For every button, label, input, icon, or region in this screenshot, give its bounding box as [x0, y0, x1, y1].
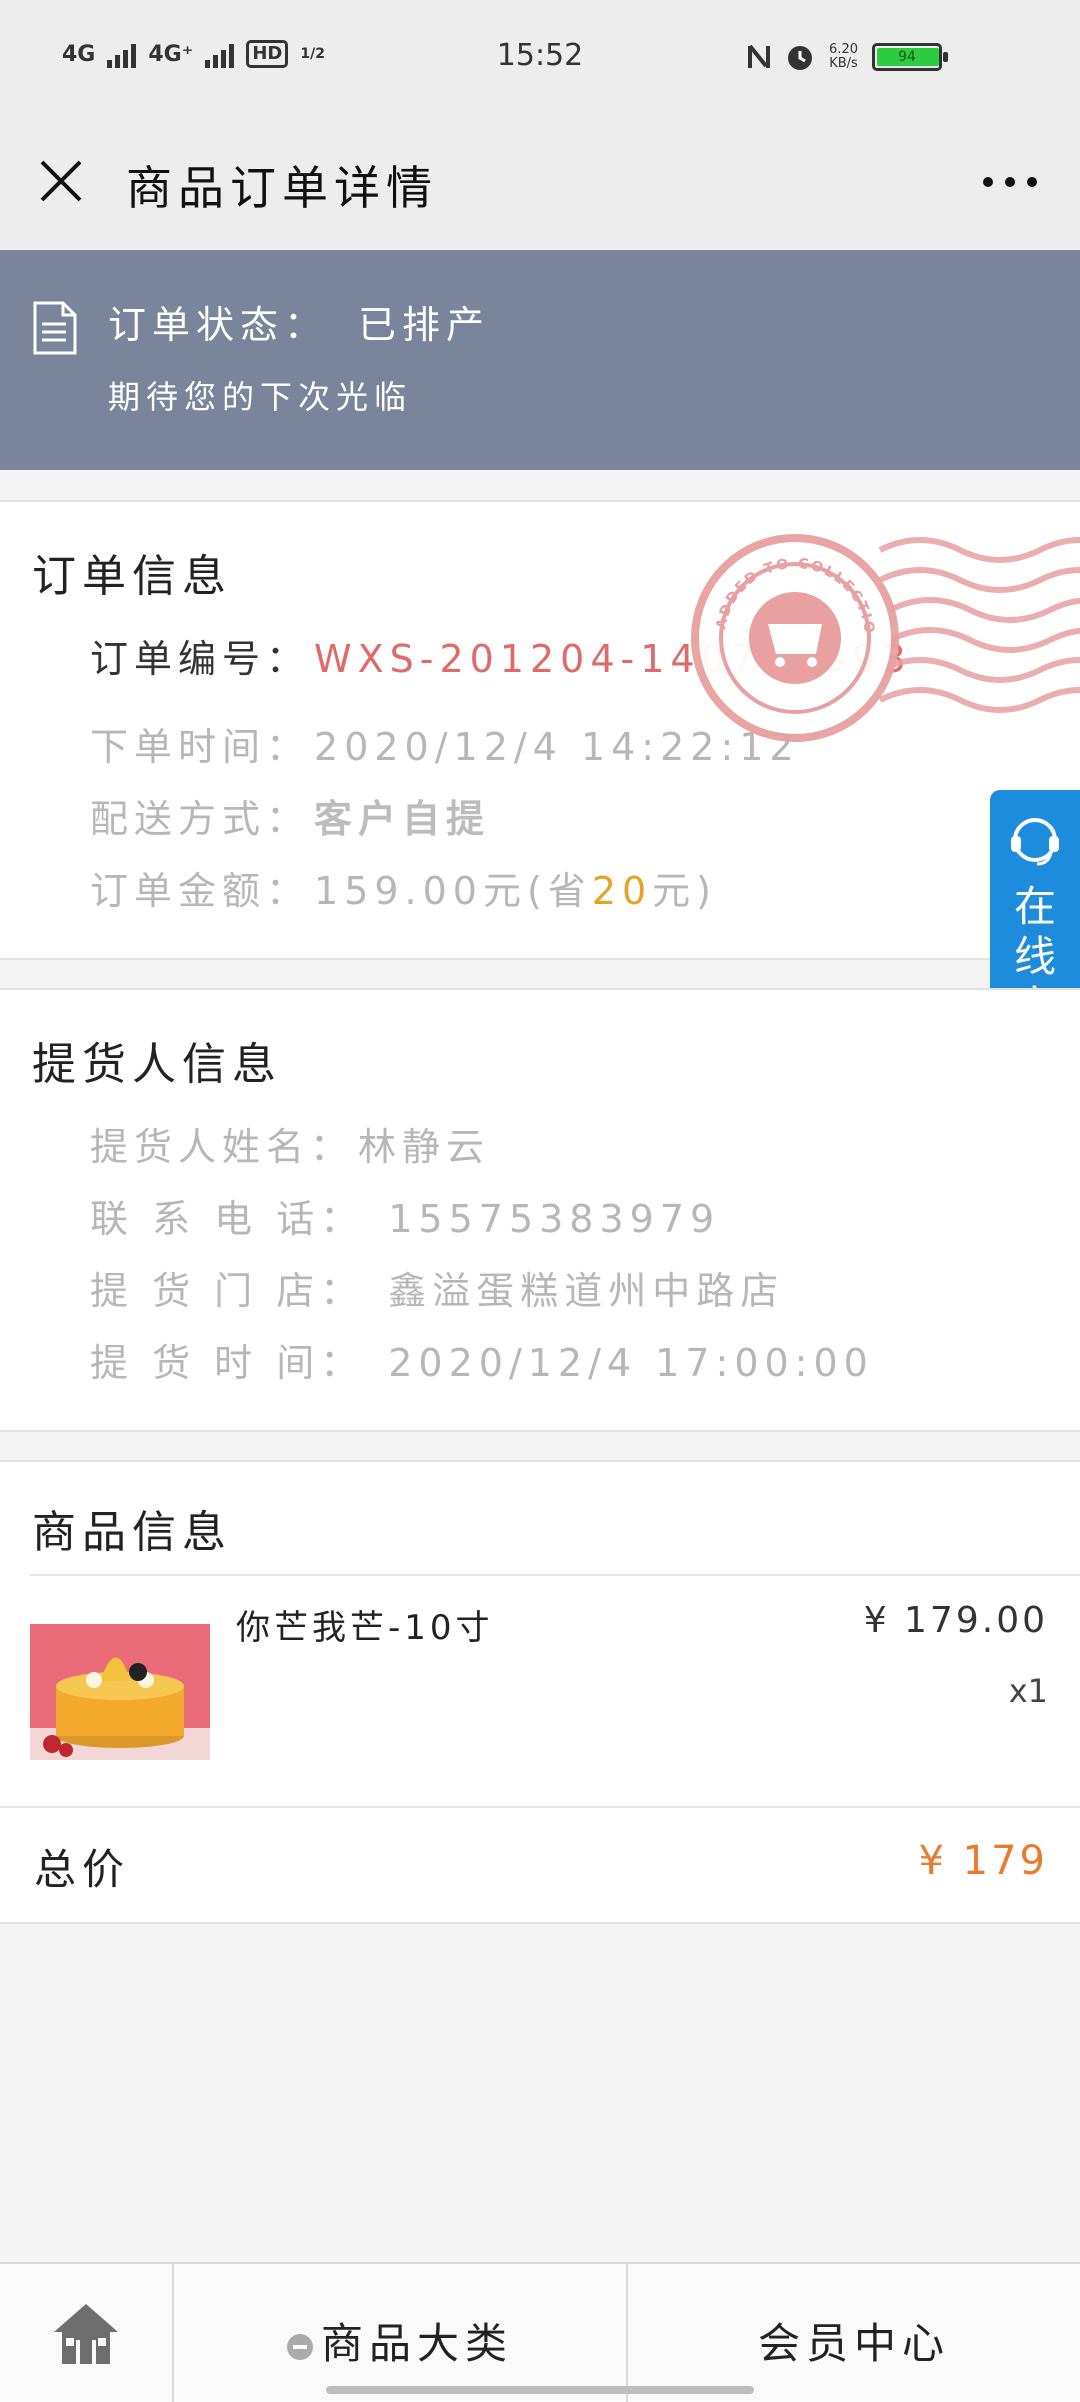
product-divider-top: [30, 1574, 1080, 1576]
nav-home-button[interactable]: [0, 2264, 174, 2402]
net-speed-value: 6.20: [829, 42, 858, 57]
order-amount-value: 159.00元(省: [314, 869, 592, 913]
nav-category-label: 商品大类: [320, 2319, 513, 2368]
product-image: [30, 1624, 210, 1760]
order-number-label: 订单编号：: [90, 637, 311, 681]
alarm-icon: [788, 46, 813, 70]
delivery-method-label: 配送方式：: [90, 797, 311, 841]
system-indicators: 6.20 KB/s 94: [747, 42, 948, 72]
product-price: ¥ 179.00: [863, 1600, 1048, 1641]
order-status: 订单状态： 已排产: [108, 294, 490, 349]
order-status-value: 已排产: [358, 303, 491, 347]
home-icon: [54, 2304, 118, 2364]
nav-member-button[interactable]: 会员中心: [628, 2264, 1080, 2402]
pickup-time-value: 2020/12/4 17:00:00: [388, 1341, 874, 1385]
pickup-store-row: 提 货 门 店： 鑫溢蛋糕道州中路店: [90, 1260, 784, 1315]
battery-percent: 94: [898, 49, 916, 65]
pickup-phone-label: 联 系 电 话：: [90, 1197, 365, 1241]
order-info-title: 订单信息: [32, 551, 232, 602]
pickup-name-row: 提货人姓名： 林静云: [90, 1116, 490, 1171]
order-amount-label: 订单金额：: [90, 869, 311, 913]
order-amount-row: 订单金额： 159.00元(省20元): [90, 860, 717, 915]
nfc-icon: [748, 44, 771, 68]
pickup-info-card: 提货人信息 提货人姓名： 林静云 联 系 电 话： 15575383979 提 货 …: [0, 988, 1080, 1432]
nav-category-button[interactable]: 商品大类: [174, 2264, 628, 2402]
document-icon: [33, 301, 77, 355]
nav-member-label: 会员中心: [757, 2319, 950, 2368]
pickup-name-value: 林静云: [358, 1125, 491, 1169]
product-name: 你芒我芒-10寸: [236, 1608, 494, 1648]
order-status-banner: 订单状态： 已排产 期待您的下次光临: [0, 250, 1080, 470]
order-saved-amount: 20: [591, 869, 653, 913]
page-title: 商品订单详情: [126, 161, 438, 215]
total-price: ¥ 179: [918, 1838, 1048, 1884]
order-amount-suffix: 元): [652, 869, 717, 913]
gesture-home-indicator[interactable]: [326, 2386, 754, 2394]
delivery-method-value: 客户自提: [314, 797, 491, 841]
bottom-nav: 商品大类 会员中心: [0, 2262, 1080, 2402]
status-bar: 4G 4G⁺ HD 1/2 15:52 6.20 KB/s 94: [0, 0, 1080, 120]
headset-icon: [1011, 818, 1059, 866]
order-status-label: 订单状态：: [108, 303, 329, 347]
total-label: 总价: [34, 1845, 131, 1894]
category-menu-icon: [286, 2333, 313, 2360]
title-bar: 商品订单详情: [0, 120, 1080, 250]
pickup-phone-row: 联 系 电 话： 15575383979: [90, 1188, 720, 1243]
pickup-name-label: 提货人姓名：: [90, 1125, 355, 1169]
added-to-collection-stamp: ADDED TO COLLECTION: [690, 520, 1080, 742]
pickup-time-row: 提 货 时 间： 2020/12/4 17:00:00: [90, 1332, 874, 1387]
more-icon[interactable]: [980, 172, 1040, 192]
product-info-title: 商品信息: [32, 1507, 232, 1558]
pickup-store-value: 鑫溢蛋糕道州中路店: [388, 1269, 785, 1313]
product-quantity: x1: [1008, 1672, 1048, 1710]
nav-category: 商品大类: [174, 2310, 626, 2371]
net-speed: 6.20 KB/s: [829, 43, 858, 71]
order-time-label: 下单时间：: [90, 725, 311, 769]
net-speed-unit: KB/s: [829, 56, 858, 71]
pickup-info-title: 提货人信息: [32, 1039, 282, 1090]
close-icon[interactable]: [36, 156, 86, 206]
delivery-method-row: 配送方式： 客户自提: [90, 788, 490, 843]
pickup-phone-value: 15575383979: [388, 1197, 721, 1241]
battery-icon: 94: [872, 43, 948, 71]
product-divider-bottom: [0, 1806, 1080, 1808]
order-status-message: 期待您的下次光临: [108, 378, 413, 416]
pickup-time-label: 提 货 时 间：: [90, 1341, 365, 1385]
pickup-store-label: 提 货 门 店：: [90, 1269, 365, 1313]
